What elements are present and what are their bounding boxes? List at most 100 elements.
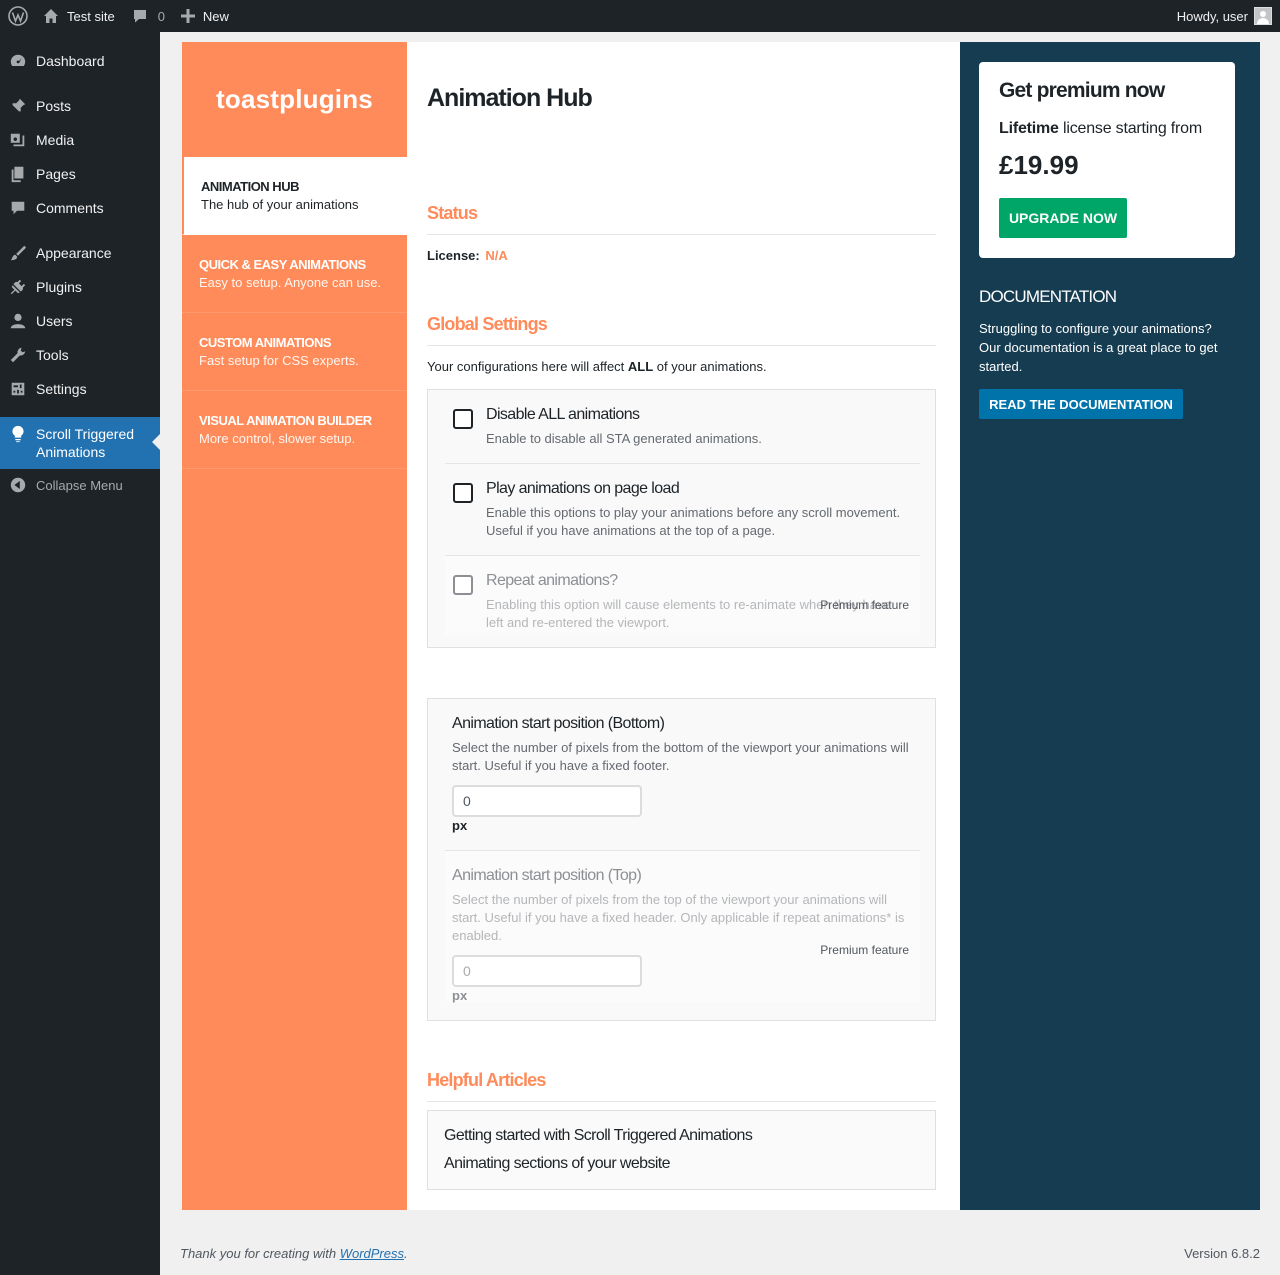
nav-item-title: CUSTOM ANIMATIONS xyxy=(199,335,332,350)
comment-icon xyxy=(133,10,146,23)
plugin-nav: toastplugins ANIMATION HUB The hub of yo… xyxy=(182,42,407,1210)
toastplugins-logo: toastplugins xyxy=(216,84,373,114)
option-disable-all: Disable ALL animations Enable to disable… xyxy=(445,404,920,464)
article-link[interactable]: Animating sections of your website xyxy=(444,1155,671,1173)
admin-bar: Test site 0 New Howdy, user xyxy=(0,0,1280,32)
option-title: Disable ALL animations xyxy=(486,406,640,423)
wrench-icon xyxy=(0,346,36,364)
promo-heading: Get premium now xyxy=(999,79,1165,102)
menu-label-current-line1: Scroll Triggered xyxy=(36,426,135,442)
option-play-on-load: Play animations on page load Enable this… xyxy=(445,478,920,548)
upgrade-now-button[interactable]: UPGRADE NOW xyxy=(999,198,1127,238)
bottom-position-input[interactable] xyxy=(452,785,642,817)
media-icon xyxy=(0,131,36,149)
status-heading: Status xyxy=(427,203,936,235)
nav-item-subtitle: Fast setup for CSS experts. xyxy=(199,353,359,368)
nav-item-subtitle: The hub of your animations xyxy=(201,197,359,212)
bottom-position-description: Select the number of pixels from the bot… xyxy=(452,740,909,773)
top-position-title: Animation start position (Top) xyxy=(452,867,642,884)
comments-link[interactable]: 0 xyxy=(124,0,173,32)
pages-icon xyxy=(0,165,36,183)
menu-item-users[interactable]: Users xyxy=(0,304,160,338)
settings-icon xyxy=(0,380,36,398)
menu-item-tools[interactable]: Tools xyxy=(0,338,160,372)
menu-item-comments[interactable]: Comments xyxy=(0,191,160,225)
nav-item-title: ANIMATION HUB xyxy=(201,179,299,194)
repeat-animations-checkbox[interactable] xyxy=(453,575,473,595)
menu-item-pages[interactable]: Pages xyxy=(0,157,160,191)
premium-feature-label: Premium feature xyxy=(820,598,909,612)
nav-item-visual-animation-builder[interactable]: VISUAL ANIMATION BUILDER More control, s… xyxy=(182,391,407,469)
documentation-heading: DOCUMENTATION xyxy=(979,287,1117,306)
menu-label-dashboard: Dashboard xyxy=(36,53,105,69)
top-position-input[interactable] xyxy=(452,955,642,987)
dashboard-icon xyxy=(0,52,36,70)
article-link[interactable]: Getting started with Scroll Triggered An… xyxy=(444,1127,753,1145)
documentation-text: Struggling to configure your animations?… xyxy=(979,321,1218,374)
menu-item-media[interactable]: Media xyxy=(0,123,160,157)
collapse-menu-label: Collapse Menu xyxy=(36,477,123,493)
option-separator xyxy=(445,850,920,851)
collapse-icon xyxy=(0,476,36,494)
nav-item-animation-hub[interactable]: ANIMATION HUB The hub of your animations xyxy=(182,157,407,235)
comment-icon xyxy=(0,199,36,217)
menu-item-posts[interactable]: Posts xyxy=(0,89,160,123)
menu-label-media: Media xyxy=(36,132,75,148)
footer-thanks-pre: Thank you for creating with xyxy=(180,1246,340,1261)
option-title: Repeat animations? xyxy=(486,572,618,589)
wordpress-link[interactable]: WordPress xyxy=(340,1246,404,1261)
menu-item-settings[interactable]: Settings xyxy=(0,372,160,406)
menu-item-appearance[interactable]: Appearance xyxy=(0,236,160,270)
nav-item-quick-easy-animations[interactable]: QUICK & EASY ANIMATIONS Easy to setup. A… xyxy=(182,235,407,313)
nav-item-custom-animations[interactable]: CUSTOM ANIMATIONS Fast setup for CSS exp… xyxy=(182,313,407,391)
version-text: Version 6.8.2 xyxy=(1184,1246,1260,1261)
plus-icon xyxy=(180,9,195,23)
site-name-link[interactable]: Test site xyxy=(35,0,124,32)
menu-item-dashboard[interactable]: Dashboard xyxy=(0,44,160,78)
global-options-box: Disable ALL animations Enable to disable… xyxy=(427,389,936,648)
menu-label-current-line2: Animations xyxy=(36,444,106,460)
avatar xyxy=(1254,7,1272,25)
option-title: Play animations on page load xyxy=(486,480,680,497)
menu-item-plugins[interactable]: Plugins xyxy=(0,270,160,304)
howdy-text: Howdy, user xyxy=(1176,8,1248,24)
global-desc-bold: ALL xyxy=(627,359,654,374)
disable-all-checkbox[interactable] xyxy=(453,409,473,429)
user-icon xyxy=(0,312,36,330)
license-value: N/A xyxy=(485,248,508,263)
collapse-menu-button[interactable]: Collapse Menu xyxy=(0,468,160,502)
my-account-link[interactable]: Howdy, user xyxy=(1177,0,1280,32)
global-settings-heading: Global Settings xyxy=(427,314,936,346)
bottom-position-unit: px xyxy=(452,818,468,833)
page-title: Animation Hub xyxy=(427,84,593,112)
site-name: Test site xyxy=(67,8,115,24)
nav-item-subtitle: Easy to setup. Anyone can use. xyxy=(199,275,382,290)
new-content-link[interactable]: New xyxy=(173,0,237,32)
play-on-load-checkbox[interactable] xyxy=(453,483,473,503)
menu-label-current: Scroll Triggered Animations xyxy=(36,425,134,461)
promo-lifetime-bold: Lifetime xyxy=(999,120,1059,137)
main-content: Animation Hub Status License: N/A Global… xyxy=(407,42,960,1210)
menu-label-users: Users xyxy=(36,313,73,329)
nav-item-title: QUICK & EASY ANIMATIONS xyxy=(199,257,366,272)
pin-icon xyxy=(0,97,36,115)
menu-item-scroll-triggered-animations[interactable]: Scroll Triggered Animations xyxy=(0,417,160,469)
license-status: License: N/A xyxy=(427,248,508,263)
home-icon xyxy=(44,9,58,23)
comments-count: 0 xyxy=(157,8,165,24)
global-desc-pre: Your configurations here will affect xyxy=(427,359,628,374)
global-desc-post: of your animations. xyxy=(653,359,767,374)
wordpress-logo-icon[interactable] xyxy=(1,0,35,32)
option-description: Enable this options to play your animati… xyxy=(486,505,901,538)
promo-lifetime-rest: license starting from xyxy=(1058,120,1202,137)
menu-label-comments: Comments xyxy=(36,200,104,216)
new-label: New xyxy=(202,8,229,24)
start-position-box: Animation start position (Bottom) Select… xyxy=(427,698,936,1021)
menu-label-tools: Tools xyxy=(36,347,69,363)
option-separator xyxy=(445,555,920,556)
read-documentation-button[interactable]: READ THE DOCUMENTATION xyxy=(979,389,1183,419)
nav-item-title: VISUAL ANIMATION BUILDER xyxy=(199,413,372,428)
global-settings-description: Your configurations here will affect ALL… xyxy=(427,359,767,374)
menu-label-appearance: Appearance xyxy=(36,245,112,261)
premium-feature-label: Premium feature xyxy=(820,943,909,957)
